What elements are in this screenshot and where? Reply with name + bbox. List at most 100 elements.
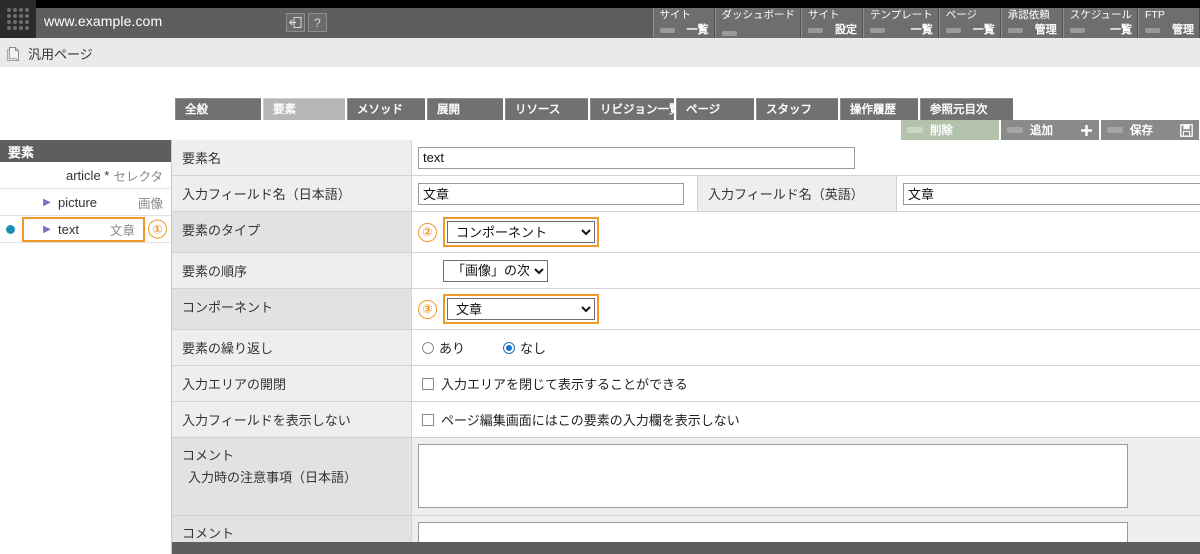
repeat-option-yes-label: あり xyxy=(439,341,466,356)
field-name-en-input[interactable] xyxy=(903,182,1200,205)
annotation-badge-3: ③ xyxy=(418,299,437,319)
repeat-option-no-label: なし xyxy=(520,341,547,356)
row-element-type: 要素のタイプ ② コンポーネント xyxy=(172,212,1200,253)
element-type-select[interactable]: コンポーネント xyxy=(447,221,595,243)
breadcrumb-label: 汎用ページ xyxy=(28,47,93,62)
grid-dots-icon xyxy=(7,8,29,30)
breadcrumb: 汎用ページ xyxy=(6,44,93,63)
row-field-names: 入力フィールド名（日本語） 入力フィールド名（英語） xyxy=(172,176,1200,212)
tab-staff[interactable]: スタッフ xyxy=(756,98,838,120)
tree-item-name: article * xyxy=(66,167,110,183)
comment-en-line1: コメント xyxy=(182,526,235,541)
comment-jp-textarea[interactable] xyxy=(418,444,1128,508)
label-comment-jp: コメント 入力時の注意事項（日本語） xyxy=(172,438,412,515)
component-highlight: 文章 xyxy=(443,294,599,324)
radio-checked-icon[interactable] xyxy=(503,341,516,354)
nav-item-template-list[interactable]: テンプレート 一覧 xyxy=(863,8,939,38)
header-icon-group: ? xyxy=(286,13,327,32)
area-toggle-checkbox-label: 入力エリアを閉じて表示することができる xyxy=(441,377,688,392)
element-name-input[interactable] xyxy=(418,146,855,169)
nav-dash-icon xyxy=(1069,28,1085,33)
tree-row-text[interactable]: ▶ text 文章 ① xyxy=(0,216,171,243)
field-name-jp-input[interactable] xyxy=(418,182,684,205)
application-window: www.example.com ? サイト 一覧 ダッシュボード サイト 設定 xyxy=(0,0,1200,554)
tab-page[interactable]: ページ xyxy=(676,98,754,120)
row-repeat: 要素の繰り返し あり なし xyxy=(172,330,1200,366)
tab-resource[interactable]: リソース xyxy=(505,98,588,120)
nav-item-site-list[interactable]: サイト 一覧 xyxy=(652,8,715,38)
tree-item-type: 画像 xyxy=(137,196,163,211)
component-select[interactable]: 文章 xyxy=(447,298,595,320)
tree-row-picture[interactable]: ▶ picture 画像 xyxy=(0,189,171,216)
tree-row-article[interactable]: article * セレクタ xyxy=(0,162,171,189)
nav-dash-icon xyxy=(1007,28,1023,33)
expand-triangle-icon[interactable]: ▶ xyxy=(40,224,54,235)
nav-dash-icon xyxy=(808,28,824,33)
label-element-order: 要素の順序 xyxy=(172,253,412,288)
hide-field-checkbox-row[interactable]: ページ編集画面にはこの要素の入力欄を表示しない xyxy=(418,410,740,429)
row-area-toggle: 入力エリアの開閉 入力エリアを閉じて表示することができる xyxy=(172,366,1200,402)
checkbox-unchecked-icon[interactable] xyxy=(422,377,434,390)
main-content: 全般 要素 メソッド 展開 リソース リビジョン一覧 ページ スタッフ 操作履歴… xyxy=(0,68,1200,554)
plus-icon xyxy=(1080,124,1093,137)
logout-icon[interactable] xyxy=(286,13,305,32)
action-toolbar: 削除 追加 保存 xyxy=(900,120,1200,140)
row-component: コンポーネント ③ 文章 xyxy=(172,289,1200,330)
expand-triangle-icon[interactable]: ▶ xyxy=(40,197,54,208)
annotation-badge-1: ① xyxy=(148,219,167,239)
radio-unchecked-icon[interactable] xyxy=(422,341,434,354)
label-element-type: 要素のタイプ xyxy=(172,212,412,252)
checkbox-unchecked-icon[interactable] xyxy=(422,413,434,426)
comment-jp-line2: 入力時の注意事項（日本語） xyxy=(188,470,358,485)
button-dash-icon xyxy=(1007,127,1023,133)
header-bar: www.example.com ? サイト 一覧 ダッシュボード サイト 設定 xyxy=(0,0,1200,38)
nav-dash-icon xyxy=(1145,28,1160,33)
label-component: コンポーネント xyxy=(172,289,412,329)
label-area-toggle: 入力エリアの開閉 xyxy=(172,366,412,401)
element-tree-panel: 要素 article * セレクタ ▶ picture 画像 ▶ text 文章… xyxy=(0,140,172,554)
nav-item-page-list[interactable]: ページ 一覧 xyxy=(938,8,1001,38)
annotation-badge-2: ② xyxy=(418,222,437,242)
tree-item-name: text xyxy=(58,221,79,237)
element-tree-title: 要素 xyxy=(0,140,171,162)
nav-item-ftp-management[interactable]: FTP 管理 xyxy=(1138,8,1200,38)
element-type-highlight: コンポーネント xyxy=(443,217,599,247)
hide-field-checkbox-label: ページ編集画面にはこの要素の入力欄を表示しない xyxy=(441,413,740,428)
label-field-name-jp: 入力フィールド名（日本語） xyxy=(172,176,412,211)
nav-dash-icon xyxy=(721,31,737,36)
page-document-icon xyxy=(6,46,22,62)
add-button[interactable]: 追加 xyxy=(1000,120,1100,140)
tab-deploy[interactable]: 展開 xyxy=(427,98,503,120)
tree-item-name: picture xyxy=(58,194,98,210)
global-nav: サイト 一覧 ダッシュボード サイト 設定 テンプレート 一覧 ページ 一覧 承… xyxy=(652,8,1200,38)
comment-jp-line1: コメント xyxy=(182,448,235,463)
repeat-option-yes[interactable]: あり xyxy=(422,338,465,357)
label-field-name-en: 入力フィールド名（英語） xyxy=(697,176,897,211)
blue-dot-icon xyxy=(5,224,15,234)
app-logo[interactable] xyxy=(0,0,36,38)
nav-item-dashboard[interactable]: ダッシュボード xyxy=(714,8,802,38)
tab-list: 全般 要素 メソッド 展開 リソース リビジョン一覧 ページ スタッフ 操作履歴… xyxy=(175,98,1015,120)
row-comment-jp: コメント 入力時の注意事項（日本語） xyxy=(172,438,1200,516)
tab-general[interactable]: 全般 xyxy=(175,98,261,120)
repeat-radio-group: あり なし xyxy=(418,338,546,357)
top-black-strip xyxy=(0,0,1200,8)
area-toggle-checkbox-row[interactable]: 入力エリアを閉じて表示することができる xyxy=(418,374,688,393)
nav-item-approval-management[interactable]: 承認依頼 管理 xyxy=(1000,8,1063,38)
nav-dash-icon xyxy=(945,28,961,33)
tree-item-type: 文章 xyxy=(109,223,135,238)
help-icon[interactable]: ? xyxy=(308,13,327,32)
save-button[interactable]: 保存 xyxy=(1100,120,1200,140)
tab-reference-index[interactable]: 参照元目次 xyxy=(920,98,1013,120)
site-url-label: www.example.com xyxy=(44,13,163,29)
repeat-option-no[interactable]: なし xyxy=(503,338,546,357)
element-order-select[interactable]: 「画像」の次 xyxy=(443,259,548,282)
delete-button[interactable]: 削除 xyxy=(900,120,1000,140)
tab-revision-list[interactable]: リビジョン一覧 xyxy=(590,98,681,120)
nav-item-schedule-list[interactable]: スケジュール 一覧 xyxy=(1062,8,1138,38)
tab-elements[interactable]: 要素 xyxy=(263,98,345,120)
tab-method[interactable]: メソッド xyxy=(347,98,425,120)
selected-marker xyxy=(0,224,20,234)
nav-item-site-settings[interactable]: サイト 設定 xyxy=(801,8,864,38)
tab-operation-history[interactable]: 操作履歴 xyxy=(840,98,918,120)
